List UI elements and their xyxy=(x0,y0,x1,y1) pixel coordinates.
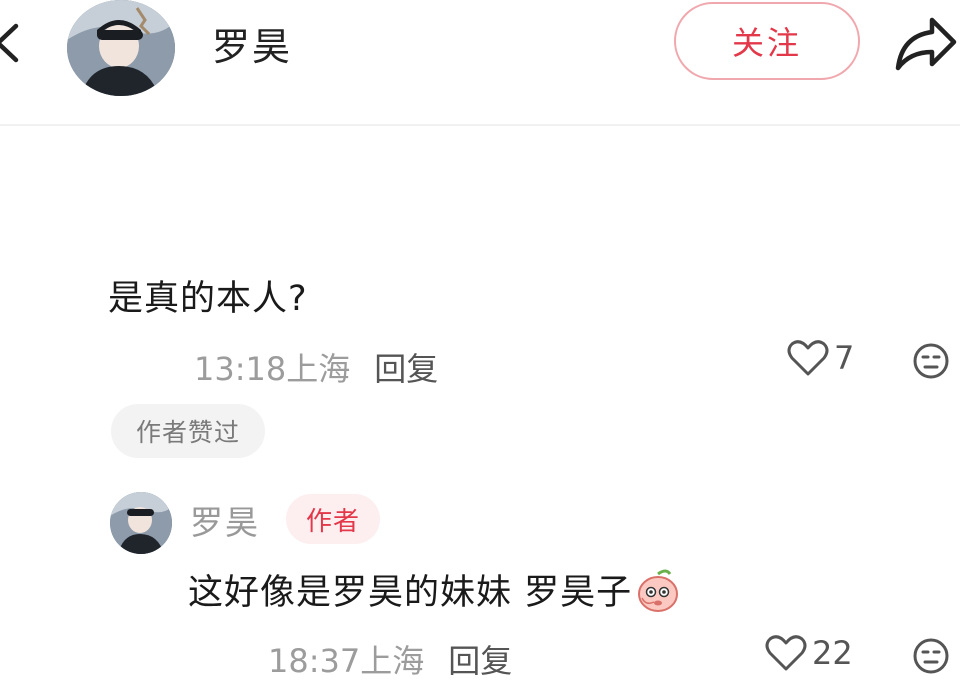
avatar-image xyxy=(67,0,175,96)
back-button[interactable] xyxy=(0,18,28,68)
reply-text-content: 这好像是罗昊的妹妹 罗昊子 xyxy=(188,573,633,613)
share-arrow-icon xyxy=(895,17,957,71)
follow-button[interactable]: 关注 xyxy=(674,2,860,80)
author-liked-badge: 作者赞过 xyxy=(111,404,265,458)
reply-emoji-button[interactable] xyxy=(912,637,950,675)
header-username[interactable]: 罗昊 xyxy=(212,16,292,71)
comment-location: 上海 xyxy=(286,350,351,388)
comment-page: 罗昊 关注 是真的本人? 13:18上海 回复 7 作者赞过 罗昊 作者 这好像… xyxy=(0,0,960,689)
reply-reply-button[interactable]: 回复 xyxy=(448,642,512,680)
comment-text: 是真的本人? xyxy=(108,279,308,319)
reply-time: 18:37 xyxy=(268,642,361,680)
peach-face-emoji xyxy=(634,566,682,614)
share-button[interactable] xyxy=(892,12,960,74)
reply-username[interactable]: 罗昊 xyxy=(190,496,260,544)
emoji-face-icon xyxy=(913,638,949,674)
comment-time: 13:18 xyxy=(194,350,287,388)
reply-author-avatar[interactable] xyxy=(110,492,172,554)
comment-meta: 13:18上海 回复 xyxy=(194,344,438,390)
reply-like-button[interactable]: 22 xyxy=(764,633,853,673)
avatar-image xyxy=(110,492,172,554)
comment-like-count: 7 xyxy=(834,339,855,377)
chevron-left-icon xyxy=(0,23,19,63)
comment-like-button[interactable]: 7 xyxy=(786,338,854,378)
emoji-face-icon xyxy=(913,343,949,379)
reply-meta: 18:37上海 回复 xyxy=(268,636,512,682)
author-badge: 作者 xyxy=(286,494,380,544)
top-bar: 罗昊 关注 xyxy=(0,0,960,126)
heart-outline-icon xyxy=(765,635,807,671)
reply-location: 上海 xyxy=(360,642,425,680)
comment-reply-button[interactable]: 回复 xyxy=(374,350,438,388)
heart-outline-icon xyxy=(787,340,829,376)
author-avatar[interactable] xyxy=(67,0,175,96)
reply-like-count: 22 xyxy=(812,634,853,672)
reply-text: 这好像是罗昊的妹妹 罗昊子 xyxy=(188,564,682,615)
comment-emoji-button[interactable] xyxy=(912,342,950,380)
